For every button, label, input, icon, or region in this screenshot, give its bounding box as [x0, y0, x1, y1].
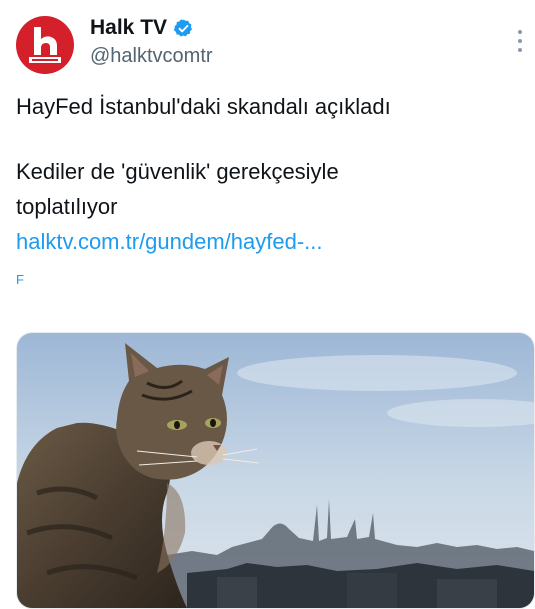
author-name-row: Halk TV — [90, 16, 194, 40]
truncated-text: F — [16, 272, 24, 287]
tweet-text-line-2: Kediler de 'güvenlik' gerekçesiyle — [16, 159, 339, 184]
tweet[interactable]: Halk TV @halktvcomtr HayFed İstanbul'dak… — [0, 0, 535, 609]
tweet-text-line-1: HayFed İstanbul'daki skandalı açıkladı — [16, 94, 391, 119]
halk-tv-logo-icon — [29, 27, 61, 63]
tweet-link[interactable]: halktv.com.tr/gundem/hayfed-... — [16, 229, 323, 255]
author-handle[interactable]: @halktvcomtr — [90, 45, 213, 68]
tweet-text-line-3: toplatılıyor — [16, 194, 118, 219]
display-name[interactable]: Halk TV — [90, 16, 167, 40]
verified-badge-icon — [173, 18, 193, 37]
cat-photo — [17, 333, 534, 608]
avatar[interactable] — [16, 16, 74, 74]
more-options-icon[interactable] — [517, 30, 523, 52]
tweet-media-image[interactable] — [16, 332, 535, 609]
